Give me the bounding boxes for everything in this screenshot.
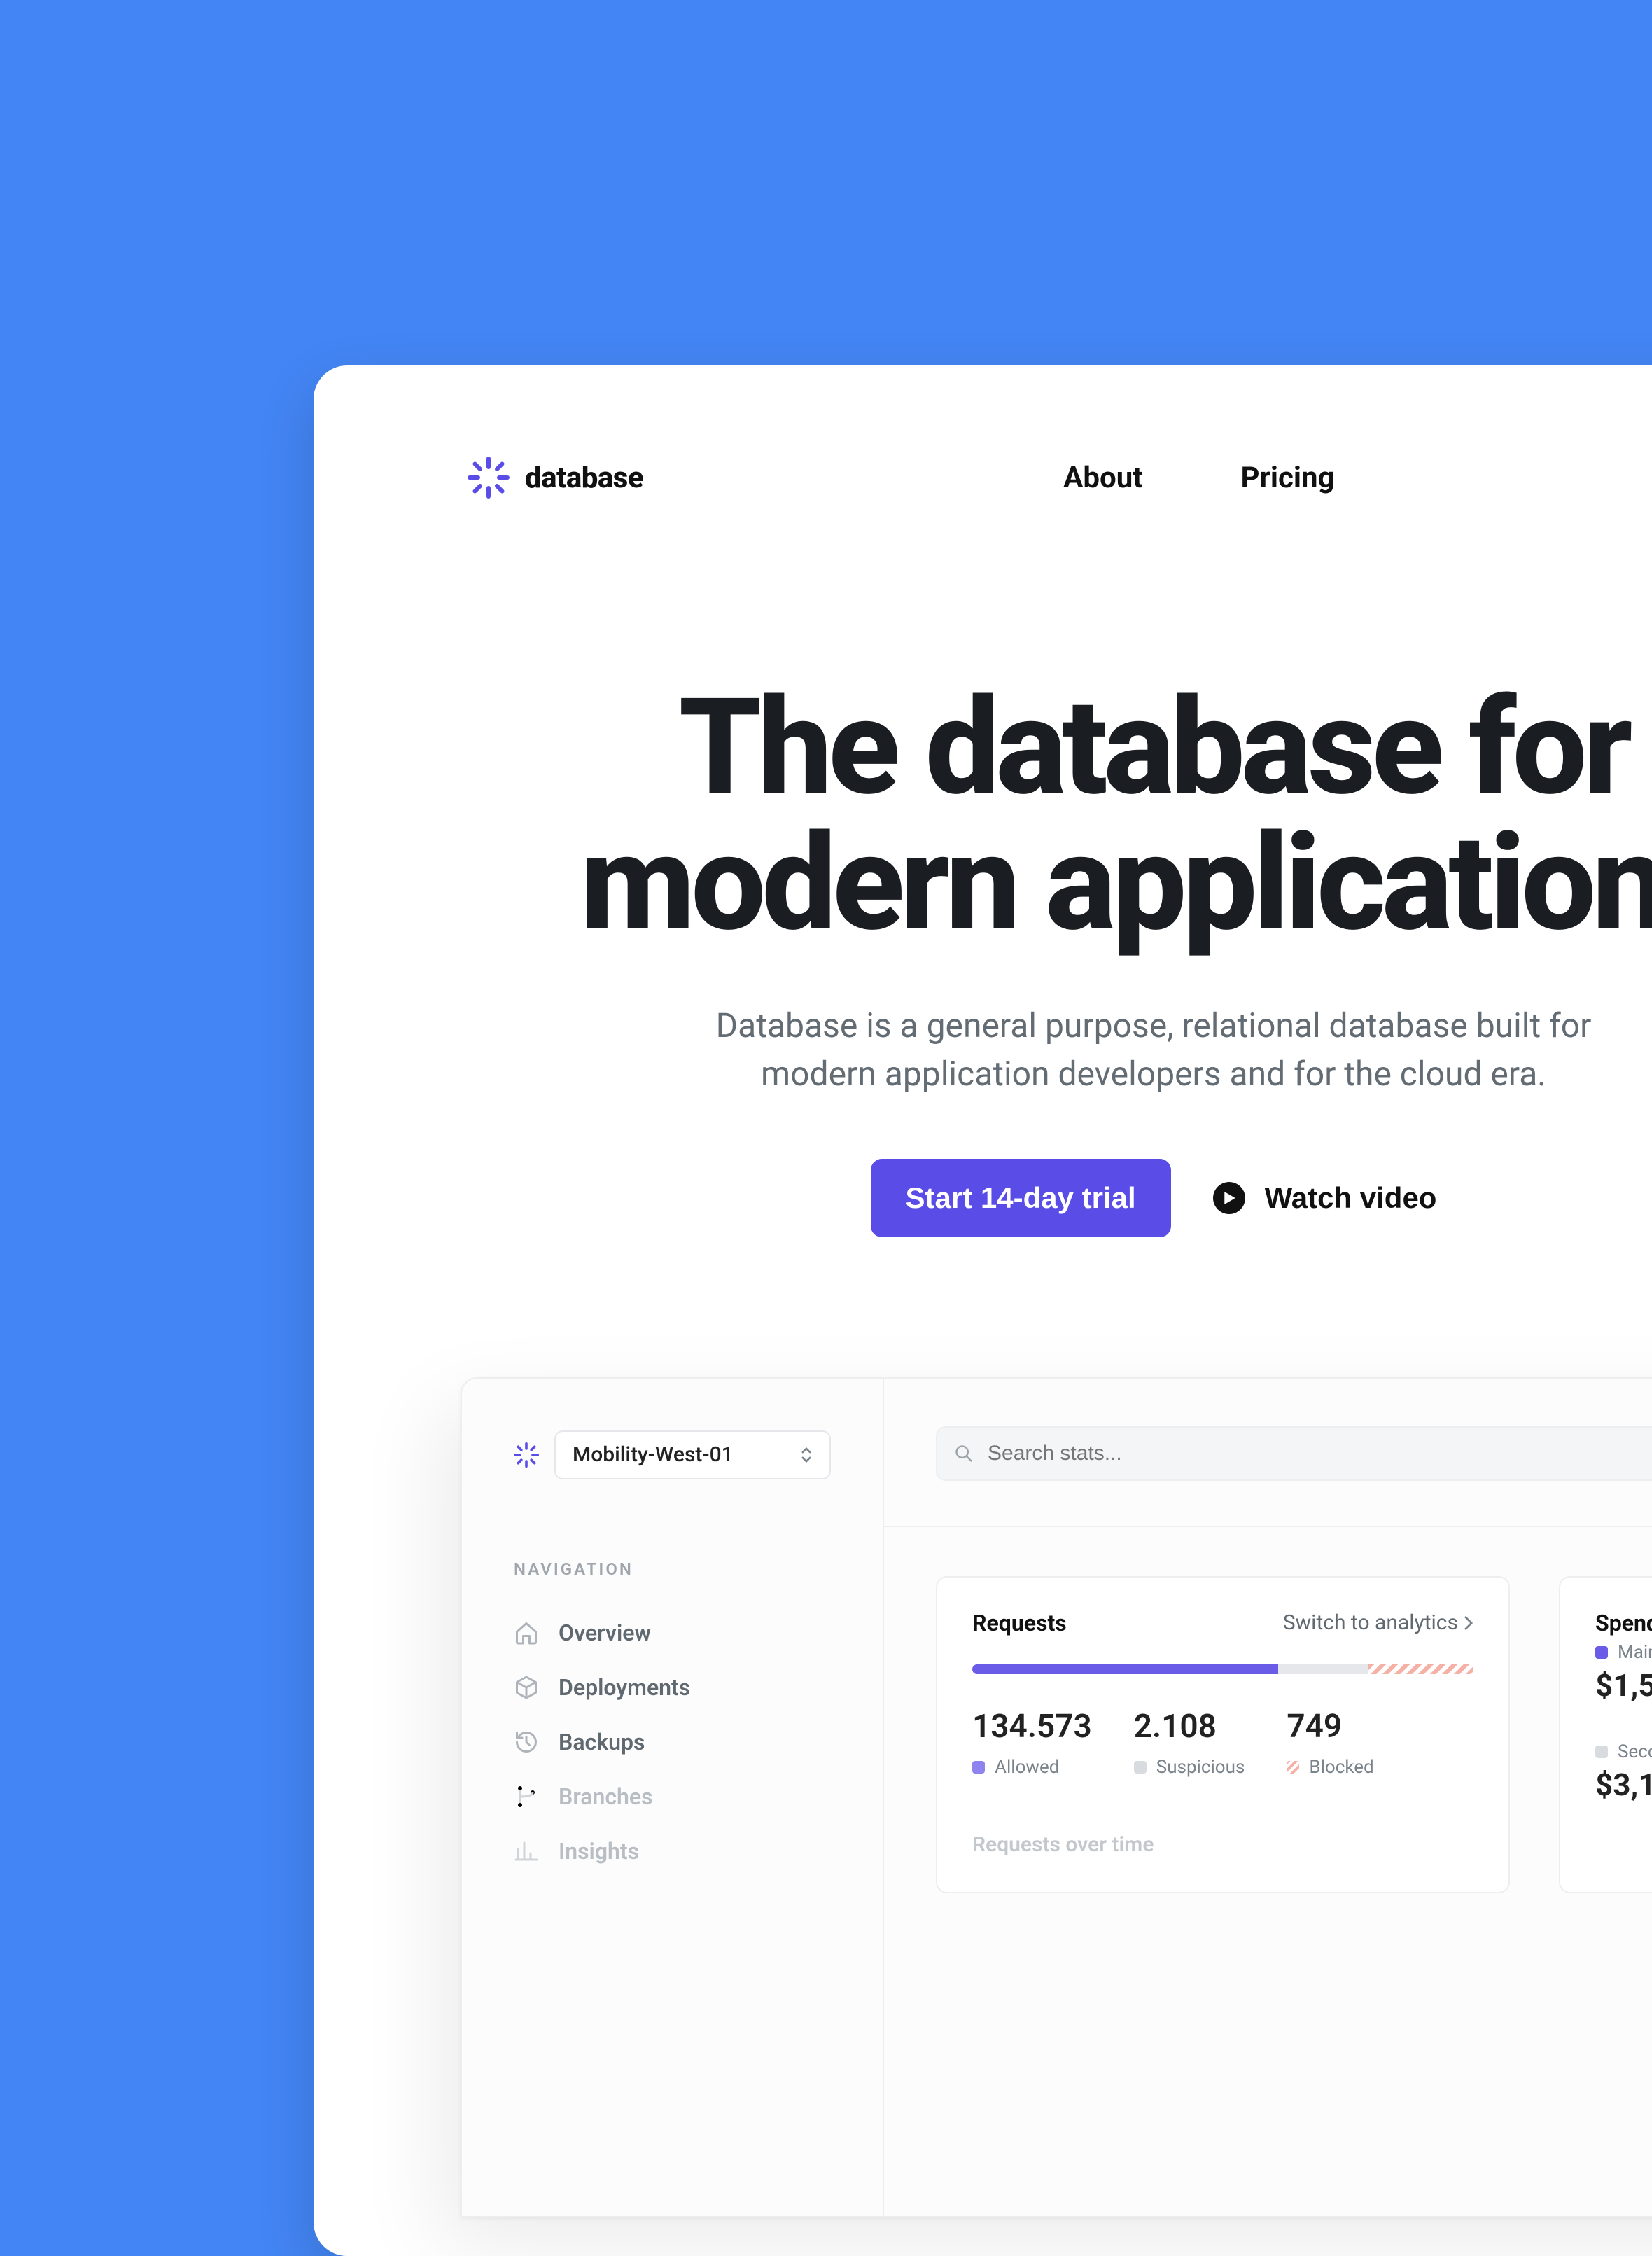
spend-row-main: Main $1,563.22 — [1595, 1642, 1652, 1704]
hero-subcopy: Database is a general purpose, relationa… — [314, 1001, 1652, 1099]
metric-label: Blocked — [1309, 1757, 1373, 1778]
watch-video-button[interactable]: Watch video — [1213, 1181, 1437, 1215]
sidebar-item-overview[interactable]: Overview — [514, 1608, 831, 1657]
project-selector[interactable]: Mobility-West-01 — [554, 1430, 831, 1479]
chevron-right-icon — [1464, 1615, 1474, 1631]
hero-sub-l2: modern application developers and for th… — [761, 1054, 1546, 1094]
brand: database — [468, 457, 643, 499]
sidebar-item-backups[interactable]: Backups — [514, 1718, 831, 1767]
sidebar-item-branches[interactable]: Branches — [514, 1772, 831, 1821]
watch-video-label: Watch video — [1265, 1181, 1437, 1215]
site-nav: About Pricing — [1063, 461, 1334, 495]
sidebar-item-label: Overview — [559, 1620, 651, 1646]
insights-icon — [514, 1839, 539, 1864]
sidebar-nav: Overview Deployments Backups Branches — [514, 1608, 831, 1876]
metric-value: 749 — [1287, 1708, 1373, 1746]
metric-label: Suspicious — [1156, 1757, 1245, 1778]
switch-analytics-link[interactable]: Switch to analytics — [1283, 1610, 1474, 1635]
home-icon — [514, 1620, 539, 1645]
metric-label: Allowed — [995, 1757, 1059, 1778]
nav-pricing[interactable]: Pricing — [1240, 461, 1334, 495]
swatch-main-icon — [1595, 1646, 1608, 1659]
branch-icon — [514, 1784, 539, 1809]
switch-analytics-label: Switch to analytics — [1283, 1610, 1458, 1635]
spend-row-amount: $3,127.50 — [1595, 1767, 1652, 1803]
swatch-suspicious-icon — [1134, 1761, 1147, 1774]
requests-over-time-heading: Requests over time — [972, 1832, 1474, 1857]
metric-value: 134.573 — [972, 1708, 1092, 1746]
hero-headline: The database for modern applications — [314, 681, 1652, 952]
logo-icon — [514, 1442, 539, 1468]
hero-ctas: Start 14-day trial Watch video — [314, 1159, 1652, 1237]
metric-allowed: 134.573 Allowed — [972, 1708, 1092, 1778]
logo-icon — [468, 457, 510, 499]
spend-row-secondary: Secondary $3,127.50 — [1595, 1741, 1652, 1803]
play-icon — [1213, 1182, 1245, 1214]
sidebar-section-title: NAVIGATION — [514, 1559, 831, 1579]
sidebar-item-label: Insights — [559, 1838, 639, 1865]
cube-icon — [514, 1675, 539, 1700]
sidebar-item-label: Backups — [559, 1729, 645, 1755]
hero-headline-l1: The database for — [679, 670, 1629, 826]
requests-bar — [972, 1664, 1474, 1674]
swatch-blocked-icon — [1287, 1761, 1299, 1774]
swatch-secondary-icon — [1595, 1746, 1608, 1758]
spendings-card: Spendings Main $1,563.22 Secondary $3,12… — [1559, 1576, 1652, 1893]
site-header: database About Pricing — [314, 365, 1652, 499]
search-input[interactable]: / — [936, 1426, 1652, 1481]
swatch-allowed-icon — [972, 1761, 985, 1774]
metric-blocked: 749 Blocked — [1287, 1708, 1373, 1778]
history-icon — [514, 1729, 539, 1755]
search-icon — [954, 1444, 974, 1463]
main: / Requests Switch to analytics — [884, 1379, 1652, 2216]
requests-title: Requests — [972, 1610, 1067, 1636]
chevron-updown-icon — [800, 1446, 813, 1464]
nav-about[interactable]: About — [1063, 461, 1142, 495]
sidebar-item-deployments[interactable]: Deployments — [514, 1663, 831, 1712]
search-field[interactable] — [988, 1442, 1652, 1465]
sidebar: Mobility-West-01 NAVIGATION Overview Dep… — [462, 1379, 884, 2216]
brand-name: database — [525, 461, 643, 495]
spendings-title: Spendings — [1595, 1610, 1652, 1636]
start-trial-button[interactable]: Start 14-day trial — [871, 1159, 1171, 1237]
requests-card: Requests Switch to analytics 134.57 — [936, 1576, 1510, 1893]
sidebar-item-insights[interactable]: Insights — [514, 1827, 831, 1876]
app-mock: Mobility-West-01 NAVIGATION Overview Dep… — [461, 1377, 1652, 2217]
sidebar-item-label: Branches — [559, 1783, 653, 1810]
hero-headline-l2: modern applications — [580, 806, 1652, 961]
project-selector-label: Mobility-West-01 — [573, 1442, 734, 1467]
sidebar-item-label: Deployments — [559, 1674, 690, 1701]
spend-row-label: Main — [1618, 1642, 1652, 1663]
spend-row-amount: $1,563.22 — [1595, 1667, 1652, 1704]
hero-sub-l1: Database is a general purpose, relationa… — [716, 1005, 1592, 1045]
hero: The database for modern applications Dat… — [314, 499, 1652, 1237]
bar-segment-blocked — [1368, 1664, 1474, 1674]
bar-segment-allowed — [972, 1664, 1278, 1674]
metric-value: 2.108 — [1134, 1708, 1245, 1746]
metric-suspicious: 2.108 Suspicious — [1134, 1708, 1245, 1778]
spend-row-label: Secondary — [1618, 1741, 1652, 1762]
bar-segment-suspicious — [1278, 1664, 1368, 1674]
